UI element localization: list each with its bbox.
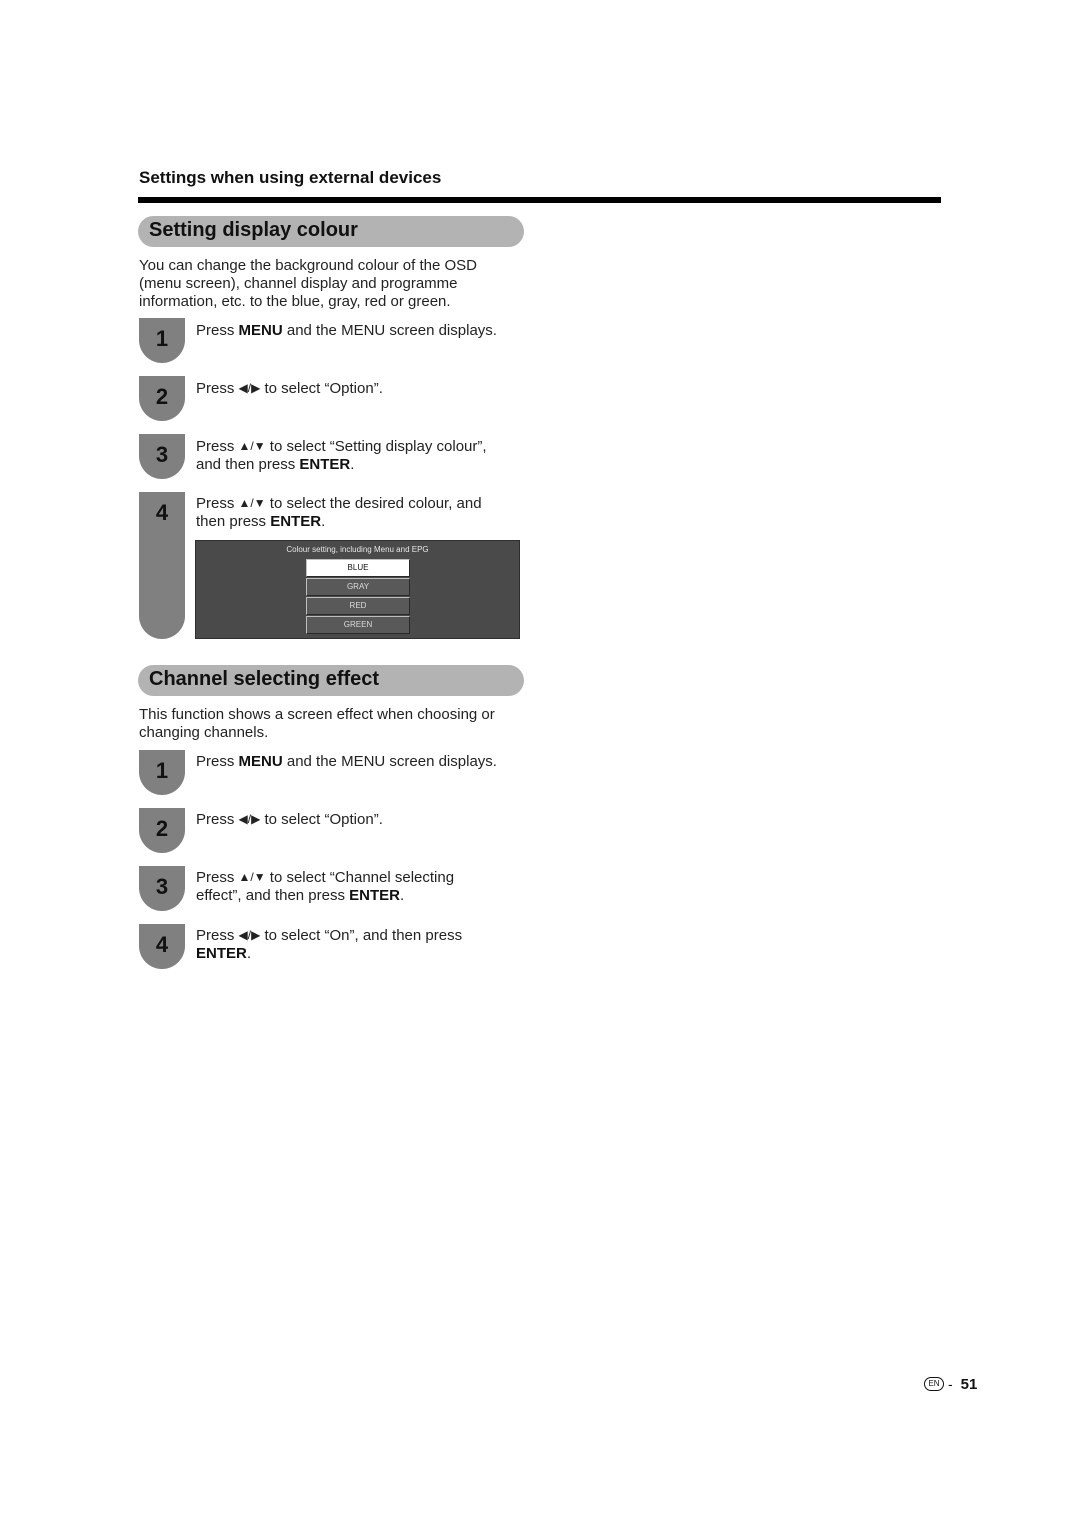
key-label: ENTER	[196, 945, 247, 962]
step-text: Press ◀/▶ to select “Option”.	[196, 380, 526, 398]
step-text-part: .	[246, 945, 252, 962]
step-text-part: Press	[196, 811, 239, 828]
step-text: Press ▲/▼ to select the desired colour, …	[196, 495, 526, 531]
step-text-part: .	[321, 513, 326, 530]
up-down-arrows-icon: ▲/▼	[238, 496, 266, 510]
step-text: Press MENU and the MENU screen displays.	[196, 753, 526, 771]
osd-colour-setting-screen: Colour setting, including Menu and EPG B…	[195, 540, 520, 639]
left-right-arrows-icon: ◀/▶	[238, 812, 261, 826]
step-text-part: Press	[196, 869, 239, 886]
step-badge: 3	[139, 434, 185, 479]
step-text: Press ▲/▼ to select “Setting display col…	[196, 438, 526, 474]
step-text-part: to select “Option”.	[260, 811, 383, 828]
section-intro: You can change the background colour of …	[139, 257, 529, 311]
section-heading-display-colour: Setting display colour	[138, 216, 524, 247]
page-number: 51	[960, 1375, 978, 1393]
step-number: 1	[155, 326, 169, 351]
step-text-part: Press	[196, 322, 239, 339]
osd-option-red[interactable]: RED	[306, 597, 410, 615]
step-text-part: Press	[196, 438, 239, 455]
step-badge: 1	[139, 318, 185, 363]
section-intro: This function shows a screen effect when…	[139, 706, 529, 742]
step-text-part: and the MENU screen displays.	[282, 322, 497, 339]
chapter-title: Settings when using external devices	[139, 168, 442, 187]
step-text-part: Press	[196, 753, 239, 770]
step-text-part: and then press	[196, 456, 300, 473]
step-text-part: to select “On”, and then press	[260, 927, 463, 944]
step-number: 4	[155, 932, 169, 957]
step-text-part: Press	[196, 380, 239, 397]
step-badge: 1	[139, 750, 185, 795]
step-text-part: then press	[196, 513, 271, 530]
intro-line: This function shows a screen effect when…	[139, 706, 495, 723]
step-text-part: .	[350, 456, 355, 473]
up-down-arrows-icon: ▲/▼	[238, 870, 266, 884]
step-text: Press ▲/▼ to select “Channel selecting e…	[196, 869, 526, 905]
step-text-part: .	[400, 887, 405, 904]
osd-title: Colour setting, including Menu and EPG	[286, 545, 429, 554]
step-badge: 4	[139, 492, 185, 639]
section-title: Setting display colour	[149, 219, 358, 241]
osd-option-gray[interactable]: GRAY	[306, 578, 410, 596]
step-number: 3	[155, 874, 169, 899]
step-text-part: to select “Option”.	[260, 380, 383, 397]
intro-line: information, etc. to the blue, gray, red…	[139, 293, 451, 310]
step-badge: 3	[139, 866, 185, 911]
key-label: ENTER	[270, 513, 322, 530]
osd-option-green[interactable]: GREEN	[306, 616, 410, 634]
step-badge: 2	[139, 376, 185, 421]
left-right-arrows-icon: ◀/▶	[238, 381, 261, 395]
step-number: 2	[155, 384, 169, 409]
step-text-part: to select the desired colour, and	[265, 495, 482, 512]
left-right-arrows-icon: ◀/▶	[238, 928, 261, 942]
language-en-icon: EN	[924, 1377, 944, 1391]
key-label: ENTER	[299, 456, 351, 473]
intro-line: (menu screen), channel display and progr…	[139, 275, 458, 292]
section-heading-channel-effect: Channel selecting effect	[138, 665, 524, 696]
step-text-part: and the MENU screen displays.	[282, 753, 497, 770]
intro-line: changing channels.	[139, 724, 269, 741]
step-badge: 2	[139, 808, 185, 853]
section-title: Channel selecting effect	[149, 668, 380, 690]
key-label: MENU	[238, 753, 283, 770]
step-number: 1	[155, 758, 169, 783]
header-rule	[138, 197, 941, 203]
step-number: 3	[155, 442, 169, 467]
intro-line: You can change the background colour of …	[139, 257, 478, 274]
page-separator: -	[948, 1376, 953, 1392]
page-footer: EN - 51	[924, 1375, 977, 1393]
osd-option-blue[interactable]: BLUE	[306, 559, 410, 577]
step-number: 4	[155, 500, 169, 525]
step-text: Press MENU and the MENU screen displays.	[196, 322, 526, 340]
step-text: Press ◀/▶ to select “Option”.	[196, 811, 526, 829]
key-label: ENTER	[349, 887, 400, 904]
step-text-part: Press	[196, 495, 239, 512]
step-text-part: effect”, and then press	[196, 887, 350, 904]
key-label: MENU	[238, 322, 283, 339]
step-text: Press ◀/▶ to select “On”, and then press…	[196, 927, 526, 963]
step-text-part: Press	[196, 927, 239, 944]
step-badge: 4	[139, 924, 185, 969]
up-down-arrows-icon: ▲/▼	[238, 439, 266, 453]
step-text-part: to select “Channel selecting	[265, 869, 455, 886]
step-text-part: to select “Setting display colour”,	[265, 438, 487, 455]
step-number: 2	[155, 816, 169, 841]
